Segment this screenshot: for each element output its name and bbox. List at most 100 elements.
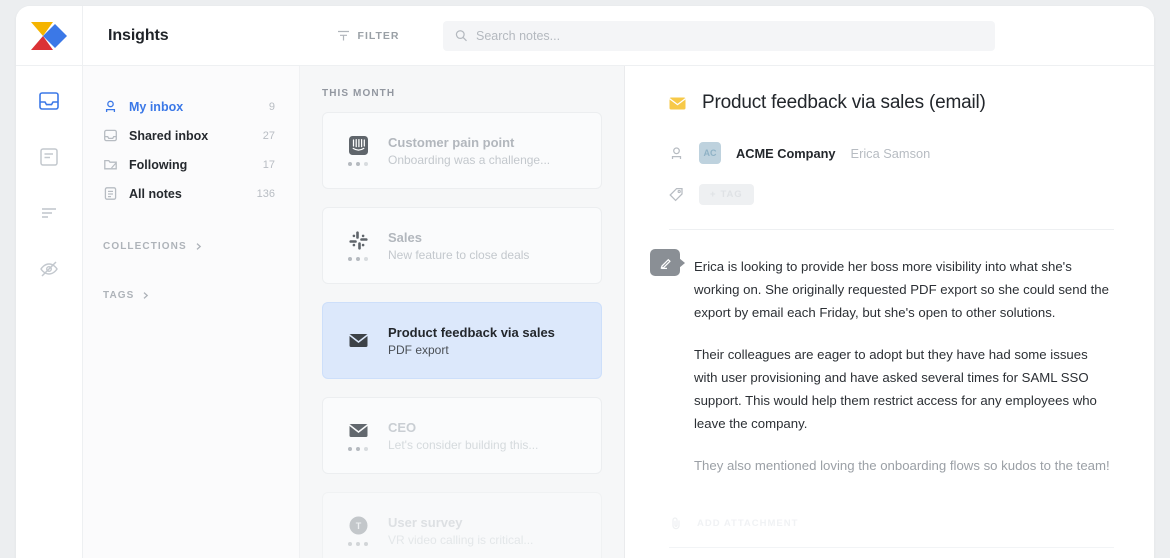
sidebar-section-label: TAGS	[103, 289, 135, 301]
note-subtitle: VR video calling is critical...	[388, 532, 534, 547]
following-folder-icon	[104, 159, 117, 170]
intercom-icon	[348, 136, 368, 155]
note-title: Product feedback via sales	[388, 324, 555, 340]
detail-title-row: Product feedback via sales (email)	[669, 92, 1114, 114]
sidebar-item-count: 9	[268, 100, 275, 113]
note-text: User survey VR video calling is critical…	[388, 515, 533, 547]
list-item[interactable]: CEO Let's consider building this...	[322, 397, 602, 474]
list-group-header: THIS MONTH	[322, 88, 396, 99]
sidebar-item-label: All notes	[129, 186, 182, 201]
detail-title: Product feedback via sales (email)	[702, 92, 986, 113]
app-logo[interactable]	[16, 6, 83, 66]
note-title: Customer pain point	[388, 134, 515, 150]
sidebar-section-tags[interactable]: TAGS	[83, 284, 299, 306]
person-icon	[671, 146, 682, 159]
list-item[interactable]: T User survey VR video calling is critic…	[322, 492, 602, 558]
funnel-icon	[337, 30, 349, 41]
note-source	[341, 330, 375, 351]
yellow-envelope-icon	[669, 97, 686, 109]
note-text: Product feedback via sales PDF export	[388, 325, 555, 357]
brand-logo-icon	[31, 21, 67, 50]
organization-name: ACME Company	[736, 145, 836, 161]
tag-icon	[669, 187, 683, 202]
note-title: Sales	[388, 229, 422, 245]
detail-tag-row: + TAG	[669, 184, 1114, 205]
svg-text:T: T	[355, 521, 361, 531]
add-attachment-button[interactable]: ADD ATTACHMENT	[669, 516, 798, 530]
note-detail-panel: Product feedback via sales (email) AC AC…	[625, 66, 1154, 558]
highlight-badge[interactable]	[650, 249, 685, 276]
sort-lines-icon[interactable]	[38, 202, 60, 224]
sidebar-item-all-notes[interactable]: All notes 136	[83, 179, 299, 208]
slack-icon	[348, 231, 368, 250]
list-item-selected[interactable]: Product feedback via sales PDF export	[322, 302, 602, 379]
note-dots	[348, 542, 368, 546]
chevron-right-icon	[196, 242, 201, 250]
page-title: Insights	[108, 26, 169, 44]
list-item[interactable]: Sales New feature to close deals	[322, 207, 602, 284]
note-text: Customer pain point Onboarding was a cha…	[388, 135, 550, 167]
person-inbox-icon	[105, 100, 116, 112]
note-dots	[348, 447, 368, 451]
note-paragraph: Their colleagues are eager to adopt but …	[694, 347, 1097, 431]
sidebar-section-label: COLLECTIONS	[103, 240, 187, 252]
note-source: T	[341, 515, 375, 546]
note-paragraph: They also mentioned loving the onboardin…	[694, 458, 1110, 473]
eye-off-icon[interactable]	[38, 258, 60, 280]
note-title: User survey	[388, 514, 463, 530]
highlighter-pen-icon	[660, 258, 671, 270]
filter-button[interactable]: FILTER	[337, 29, 400, 42]
app-window: Insights FILTER Search notes... My inbox…	[16, 6, 1154, 558]
note-source	[341, 135, 375, 166]
detail-person-row: AC ACME Company Erica Samson	[669, 142, 1114, 164]
inbox-icon[interactable]	[38, 90, 60, 112]
note-source	[341, 420, 375, 451]
paperclip-icon	[672, 517, 680, 530]
sidebar-item-following[interactable]: Following 17	[83, 150, 299, 179]
note-subtitle: PDF export	[388, 342, 449, 357]
sidebar-item-label: Shared inbox	[129, 128, 209, 143]
person-name: Erica Samson	[850, 145, 931, 161]
sidebar-nav: My inbox 9 Shared inbox 27 Following 17	[83, 66, 300, 558]
icon-rail	[16, 66, 83, 558]
add-tag-plus: +	[710, 189, 717, 200]
typeform-icon: T	[349, 516, 367, 535]
add-tag-button[interactable]: + TAG	[699, 184, 754, 205]
note-source	[341, 230, 375, 261]
note-list: THIS MONTH Customer pain point Onboardin…	[300, 66, 625, 558]
top-bar: Insights FILTER	[16, 6, 1154, 66]
add-tag-label: TAG	[720, 189, 743, 200]
note-body: Erica is looking to provide her boss mor…	[650, 249, 1114, 477]
sidebar-item-count: 17	[262, 158, 275, 171]
sidebar-item-label: Following	[129, 157, 188, 172]
main-body: My inbox 9 Shared inbox 27 Following 17	[16, 66, 1154, 558]
note-text: CEO Let's consider building this...	[388, 420, 538, 452]
list-item[interactable]: Customer pain point Onboarding was a cha…	[322, 112, 602, 189]
note-paragraph: Erica is looking to provide her boss mor…	[694, 259, 1109, 320]
filter-label: FILTER	[357, 29, 400, 42]
sidebar-item-label: My inbox	[129, 99, 184, 114]
email-icon	[348, 424, 368, 437]
sidebar-item-count: 27	[262, 129, 275, 142]
note-document-icon[interactable]	[38, 146, 60, 168]
chevron-right-icon	[144, 291, 149, 299]
sidebar-item-count: 136	[256, 187, 275, 200]
search-input[interactable]	[475, 28, 983, 43]
note-dots	[348, 257, 368, 261]
note-title: CEO	[388, 419, 417, 435]
avatar: AC	[699, 142, 721, 164]
note-subtitle: Let's consider building this...	[388, 437, 539, 452]
note-subtitle: Onboarding was a challenge...	[388, 152, 551, 167]
search-box[interactable]	[442, 20, 995, 51]
detail-divider	[669, 229, 1114, 230]
note-text: Sales New feature to close deals	[388, 230, 529, 262]
sidebar-section-collections[interactable]: COLLECTIONS	[83, 235, 299, 257]
email-icon	[348, 334, 368, 347]
note-dots	[348, 162, 368, 166]
note-subtitle: New feature to close deals	[388, 247, 530, 262]
sidebar-item-shared-inbox[interactable]: Shared inbox 27	[83, 121, 299, 150]
detail-bottom-rule	[669, 547, 1114, 548]
all-notes-icon	[104, 187, 117, 200]
sidebar-item-my-inbox[interactable]: My inbox 9	[83, 92, 299, 121]
search-icon	[455, 30, 467, 42]
